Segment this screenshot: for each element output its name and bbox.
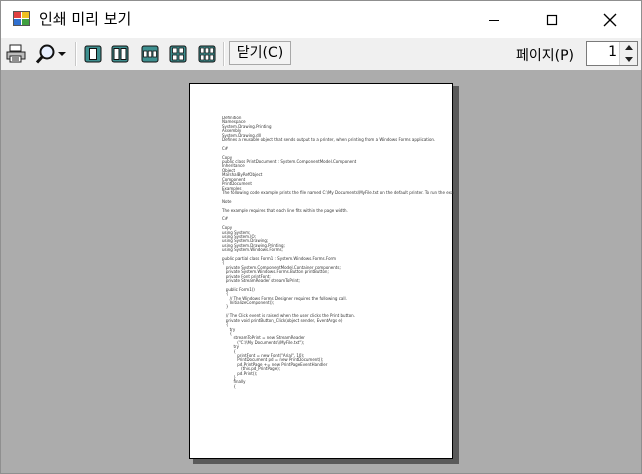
minimize-icon — [489, 19, 499, 21]
page-content: Definition Namespace System.Drawing.Printi… — [222, 116, 454, 446]
spin-up-button[interactable] — [620, 42, 637, 53]
page-number-spinner[interactable]: 1 — [586, 41, 638, 66]
one-page-button[interactable] — [82, 42, 104, 66]
close-preview-button[interactable]: 닫기(C) — [229, 41, 291, 65]
preview-page: Definition Namespace System.Drawing.Printi… — [189, 83, 454, 459]
three-pages-icon — [141, 45, 159, 63]
toolbar-separator — [223, 42, 225, 66]
four-pages-button[interactable] — [167, 42, 189, 66]
maximize-button[interactable] — [529, 1, 575, 38]
print-preview-app-icon — [13, 11, 30, 26]
close-window-button[interactable] — [587, 1, 633, 38]
two-pages-icon — [111, 45, 129, 63]
two-pages-button[interactable] — [109, 42, 131, 66]
six-pages-button[interactable] — [196, 42, 218, 66]
toolbar: 닫기(C) 페이지(P) 1 — [1, 38, 641, 70]
one-page-icon — [84, 45, 102, 63]
zoom-dropdown-button[interactable] — [31, 42, 71, 66]
magnifier-icon — [35, 44, 55, 64]
maximize-icon — [546, 14, 558, 25]
print-preview-window: 인쇄 미리 보기 닫기(C) 페이지(P) 1 Definition Names… — [0, 0, 642, 474]
page-text-line: Defines a reusable object that sends out… — [222, 137, 436, 143]
title-bar[interactable]: 인쇄 미리 보기 — [1, 1, 641, 38]
close-icon — [603, 13, 617, 26]
four-pages-icon — [169, 45, 187, 63]
spinner-arrows — [619, 42, 637, 65]
spin-down-button[interactable] — [620, 54, 637, 65]
toolbar-separator — [75, 42, 77, 66]
chevron-down-icon — [58, 52, 66, 56]
page-text-line: { — [222, 383, 236, 389]
print-button[interactable] — [4, 42, 28, 66]
page-label: 페이지(P) — [516, 48, 575, 64]
three-pages-button[interactable] — [139, 42, 161, 66]
preview-area[interactable]: Definition Namespace System.Drawing.Printi… — [1, 70, 641, 473]
chevron-up-icon — [624, 45, 633, 50]
page-number-value[interactable]: 1 — [608, 44, 617, 60]
six-pages-icon — [198, 45, 216, 63]
chevron-down-icon — [624, 57, 633, 62]
printer-icon — [6, 44, 26, 63]
minimize-button[interactable] — [471, 1, 517, 38]
page-text-line: The following code example prints the fi… — [222, 189, 454, 195]
window-title: 인쇄 미리 보기 — [39, 10, 132, 28]
